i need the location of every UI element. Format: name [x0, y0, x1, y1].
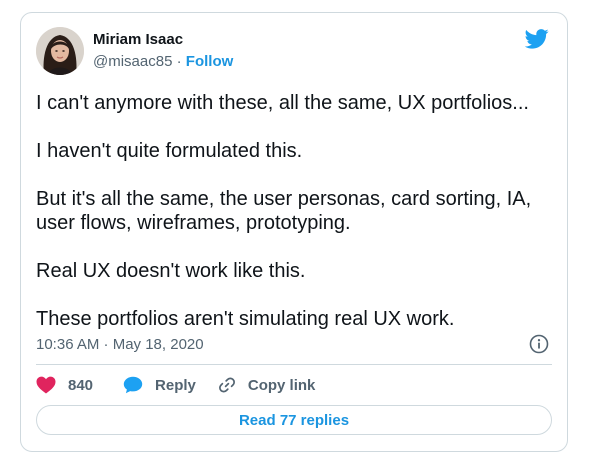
read-replies-button[interactable]: Read 77 replies [36, 405, 552, 435]
author-name[interactable]: Miriam Isaac [93, 31, 183, 48]
like-count: 840 [68, 376, 94, 394]
info-icon[interactable] [529, 334, 549, 354]
twitter-bird-icon[interactable] [524, 29, 549, 49]
follow-button[interactable]: Follow [186, 53, 234, 70]
tweet-card: Miriam Isaac @misaac85 · Follow I can't … [20, 12, 568, 452]
divider [36, 364, 552, 365]
heart-icon [36, 376, 56, 394]
avatar[interactable] [36, 27, 84, 75]
tweet-actions: 840 Reply Copy link [36, 375, 315, 395]
tweet-paragraph: Real UX doesn't work like this. [36, 260, 306, 282]
handle-separator: · [172, 53, 186, 70]
like-button[interactable]: 840 [36, 376, 93, 394]
author-handle[interactable]: @misaac85 [93, 53, 172, 70]
copy-link-button[interactable]: Copy link [218, 376, 316, 394]
avatar-image [36, 27, 84, 75]
author-handle-line: @misaac85 · Follow [93, 53, 233, 70]
speech-bubble-icon [123, 376, 143, 394]
tweet-paragraph: I can't anymore with these, all the same… [36, 92, 529, 114]
tweet-text: I can't anymore with these, all the same… [36, 91, 551, 331]
tweet-paragraph: But it's all the same, the user personas… [36, 188, 532, 234]
reply-label: Reply [155, 376, 196, 394]
tweet-timestamp[interactable]: 10:36 AM · May 18, 2020 [36, 336, 204, 353]
copy-link-label: Copy link [247, 376, 316, 394]
tweet-paragraph: I haven't quite formulated this. [36, 140, 303, 162]
tweet-paragraph: These portfolios aren't simulating real … [36, 308, 455, 330]
link-icon [218, 376, 236, 394]
reply-button[interactable]: Reply [123, 376, 196, 394]
